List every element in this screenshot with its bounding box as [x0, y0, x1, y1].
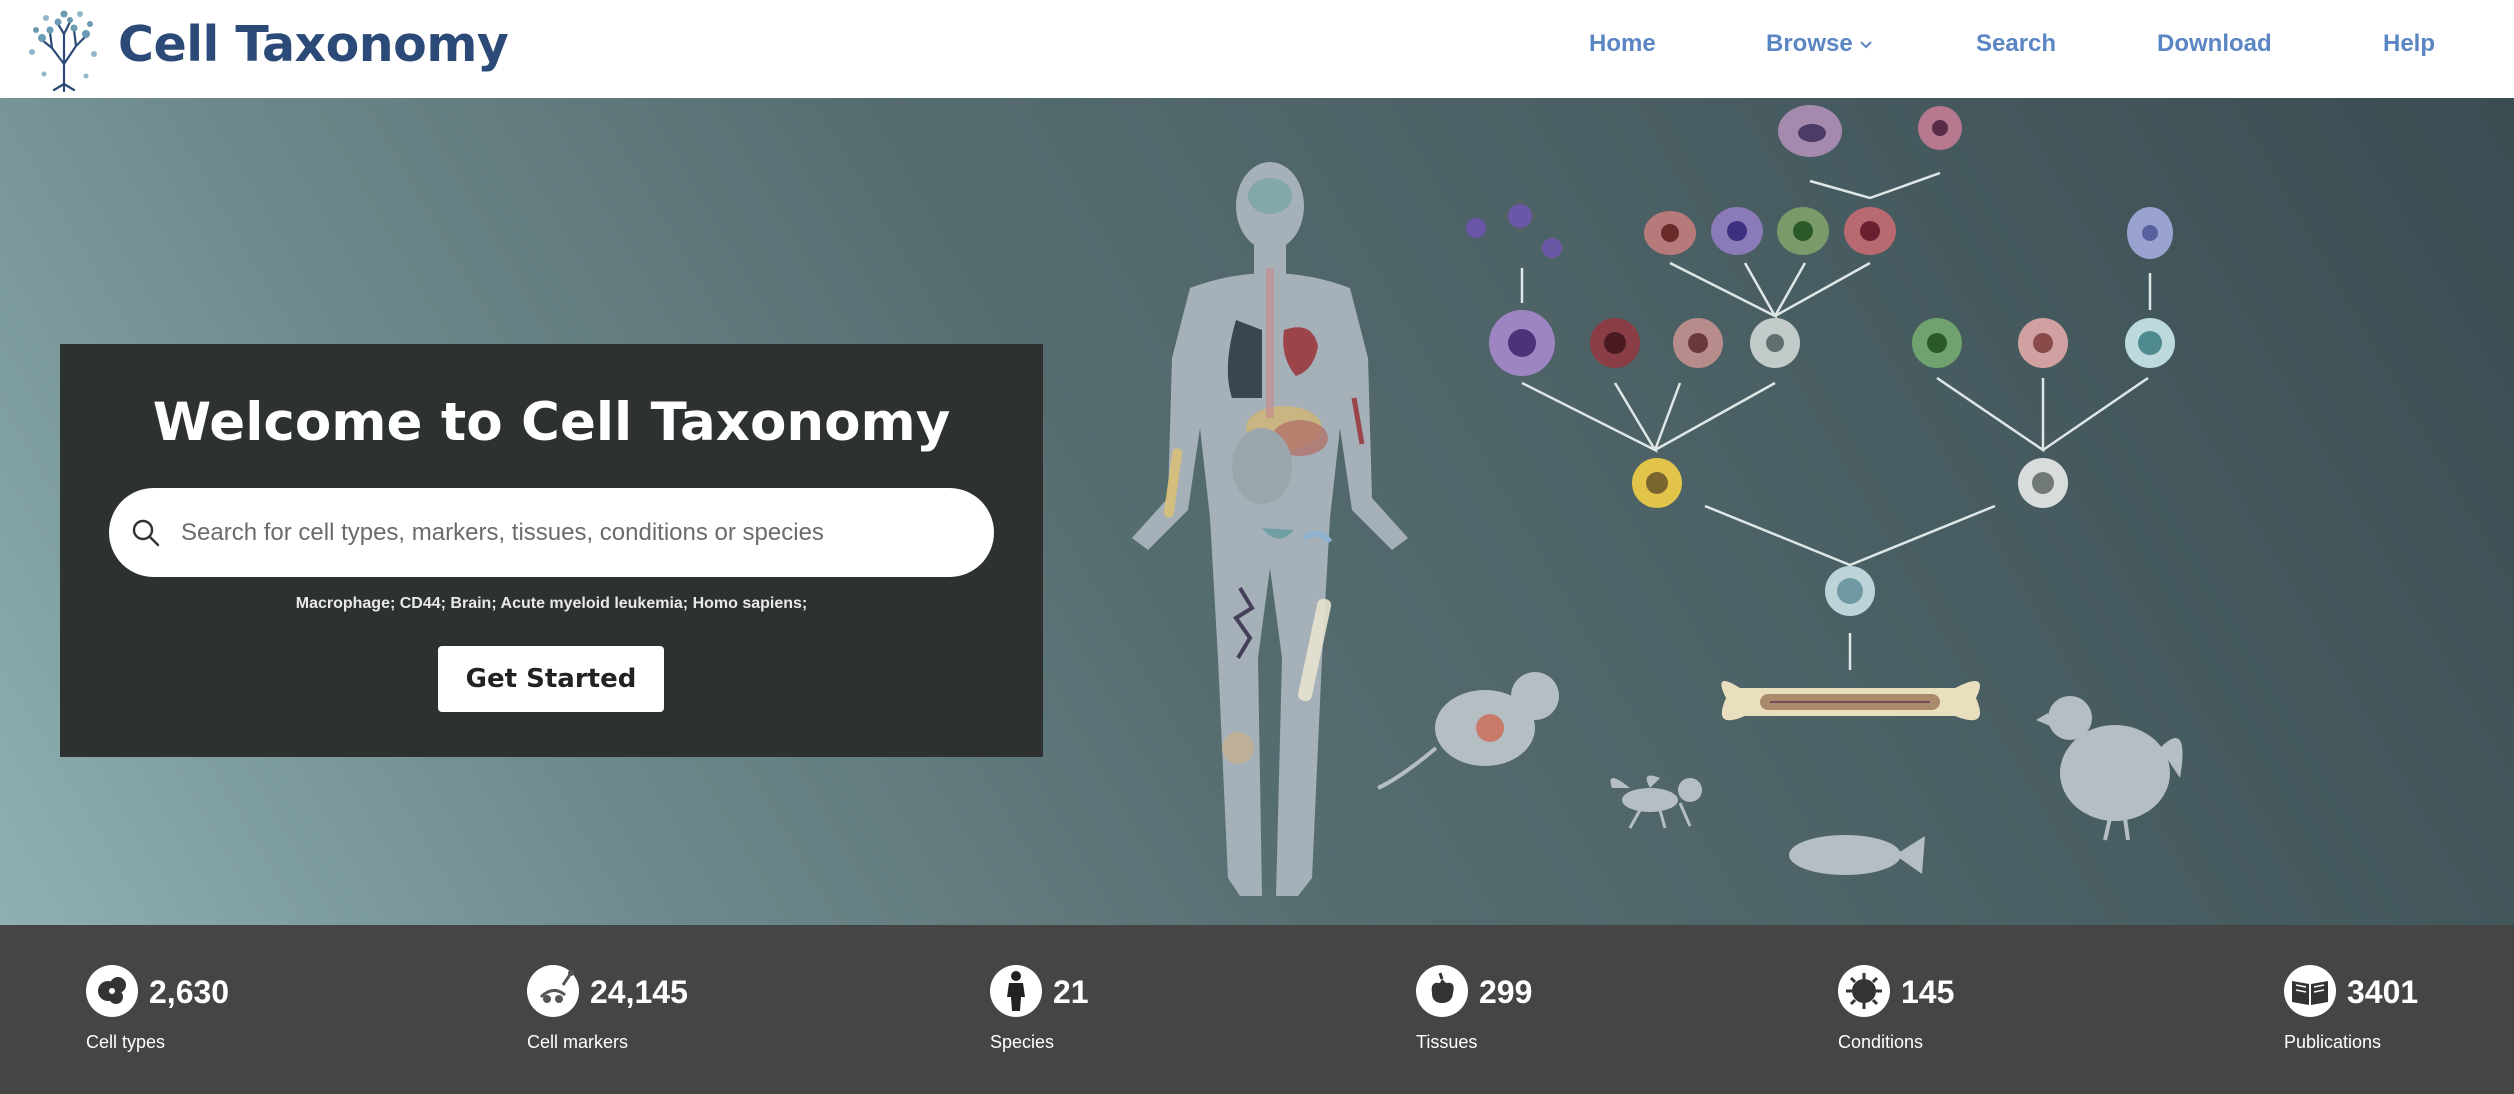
stat-value: 145	[1901, 974, 1955, 1010]
stat-label: Publications	[2284, 1032, 2382, 1052]
tissues-icon	[1416, 965, 1468, 1017]
main-nav: Home Browse Search Download Help	[0, 0, 2514, 98]
chicken-icon	[2036, 696, 2183, 841]
species-icon	[990, 965, 1042, 1017]
publications-icon	[2284, 965, 2336, 1017]
conditions-icon	[1838, 965, 1890, 1017]
nav-download[interactable]: Download	[2157, 30, 2272, 58]
stat-label: Conditions	[1838, 1032, 1924, 1052]
cell-markers-icon	[527, 965, 579, 1017]
cell-icons	[1466, 105, 2175, 616]
nav-home[interactable]: Home	[1589, 30, 1656, 58]
welcome-panel: Welcome to Cell Taxonomy Macrophage; CD4…	[60, 344, 1043, 757]
search-examples[interactable]: Macrophage; CD44; Brain; Acute myeloid l…	[60, 595, 1043, 613]
stat-value: 24,145	[590, 974, 688, 1010]
stat-value: 3401	[2347, 974, 2419, 1010]
chevron-down-icon	[1859, 40, 1872, 49]
search-icon[interactable]	[131, 518, 161, 548]
stats-bar: 2,630 Cell types 24,145 Cell markers 21 …	[0, 925, 2514, 1094]
hero-banner: Welcome to Cell Taxonomy Macrophage; CD4…	[0, 98, 2514, 925]
stat-value: 2,630	[149, 974, 230, 1010]
get-started-button[interactable]: Get Started	[438, 646, 664, 712]
site-header: Cell Taxonomy Home Browse Search Downloa…	[0, 0, 2514, 98]
stat-label: Cell types	[86, 1032, 166, 1052]
nav-browse-label: Browse	[1766, 30, 1853, 57]
search-box[interactable]	[109, 488, 994, 577]
nav-help[interactable]: Help	[2383, 30, 2435, 58]
stat-label: Species	[990, 1032, 1055, 1052]
nav-search[interactable]: Search	[1976, 30, 2056, 58]
stat-label: Cell markers	[527, 1032, 629, 1052]
search-input[interactable]	[181, 488, 971, 577]
stat-value: 299	[1479, 974, 1533, 1010]
fly-icon	[1610, 775, 1702, 829]
cell-types-icon	[86, 965, 138, 1017]
stat-value: 21	[1053, 974, 1089, 1010]
stat-label: Tissues	[1416, 1032, 1478, 1052]
bone-icon	[1721, 680, 1980, 721]
nav-browse[interactable]: Browse	[1766, 30, 1873, 58]
zebrafish-icon	[1789, 835, 1925, 875]
mouse-icon	[1377, 672, 1559, 790]
welcome-title: Welcome to Cell Taxonomy	[152, 392, 951, 453]
